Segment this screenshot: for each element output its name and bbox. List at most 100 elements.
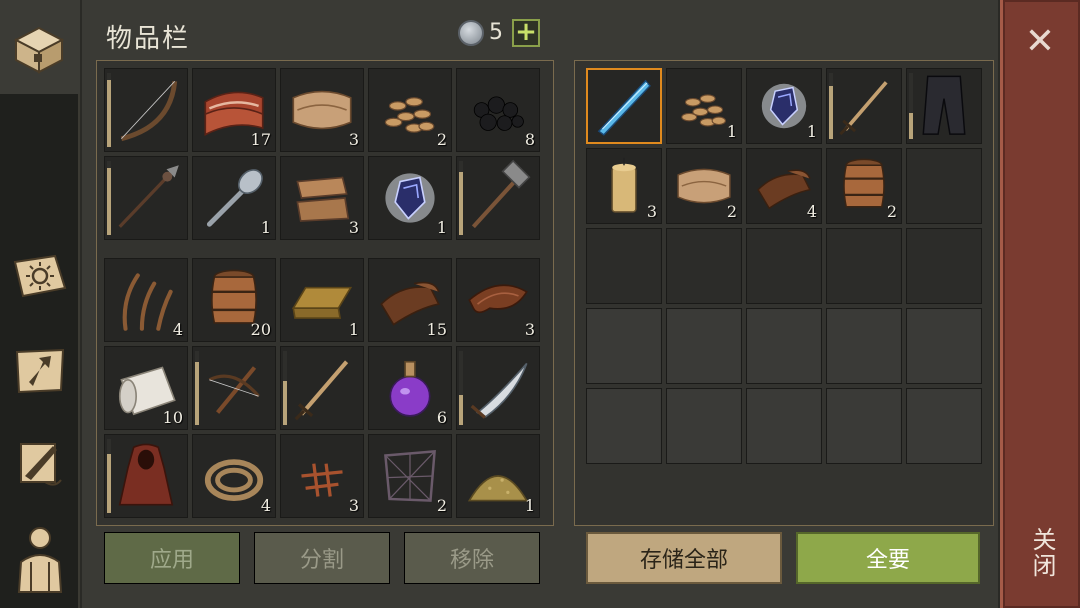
storage-slot[interactable]: 4 [746, 148, 822, 224]
storage-slot[interactable]: 1 [746, 68, 822, 144]
apply-button[interactable]: 应用 [104, 532, 240, 584]
item-count: 15 [426, 320, 447, 339]
bag-slot[interactable] [192, 346, 276, 430]
item-count: 8 [524, 130, 535, 149]
equipped-slot[interactable]: 3 [280, 156, 364, 240]
scimitar-icon [470, 362, 528, 419]
item-count: 2 [436, 130, 447, 149]
equipped-slot[interactable] [104, 156, 188, 240]
storage-slot[interactable] [586, 228, 662, 304]
add-currency-button[interactable]: + [512, 19, 540, 47]
durability-bar [107, 161, 111, 235]
tab-character[interactable] [0, 520, 80, 600]
bag-slot[interactable]: 15 [368, 258, 452, 342]
equipped-slot[interactable]: 3 [280, 68, 364, 152]
item-count: 6 [436, 408, 447, 427]
item-count: 4 [806, 202, 817, 221]
durability-bar [829, 73, 833, 139]
storage-slot[interactable]: 1 [666, 68, 742, 144]
storage-slot[interactable] [746, 228, 822, 304]
durability-bar [107, 73, 111, 147]
storage-slot[interactable] [826, 68, 902, 144]
storage-slot[interactable] [906, 308, 982, 384]
close-strip[interactable] [1000, 0, 1080, 608]
storage-slot[interactable] [586, 308, 662, 384]
equipped-slot[interactable]: 17 [192, 68, 276, 152]
remove-button[interactable]: 移除 [404, 532, 540, 584]
equipped-slot[interactable] [456, 156, 540, 240]
take-all-button[interactable]: 全要 [796, 532, 980, 584]
sword-icon [839, 81, 888, 136]
storage-slot[interactable] [906, 228, 982, 304]
hammer-map-icon [9, 342, 71, 398]
tab-build[interactable] [0, 338, 80, 402]
storage-slot[interactable] [746, 388, 822, 464]
equipped-slot[interactable]: 1 [368, 156, 452, 240]
tab-quests[interactable] [0, 432, 80, 496]
equipped-slot[interactable]: 8 [456, 68, 540, 152]
storage-slot[interactable] [666, 228, 742, 304]
pants-icon [922, 75, 966, 135]
bag-slot[interactable]: 10 [104, 346, 188, 430]
durability-bar [107, 439, 111, 513]
bag-slot[interactable]: 20 [192, 258, 276, 342]
bag-slot[interactable]: 2 [368, 434, 452, 518]
split-button[interactable]: 分割 [254, 532, 390, 584]
bag-slot[interactable] [280, 346, 364, 430]
bag-slot[interactable]: 3 [280, 434, 364, 518]
bag-slot[interactable]: 6 [368, 346, 452, 430]
item-count: 2 [726, 202, 737, 221]
storage-grid: 1 1 3 2 4 2 [586, 68, 982, 464]
storage-slot[interactable]: 2 [666, 148, 742, 224]
crossbow-icon [208, 366, 260, 414]
bag-slot[interactable]: 1 [280, 258, 364, 342]
storage-slot[interactable] [826, 308, 902, 384]
item-count: 3 [348, 130, 359, 149]
storage-slot[interactable] [906, 68, 982, 144]
storage-slot[interactable] [826, 228, 902, 304]
storage-slot[interactable] [906, 388, 982, 464]
tab-daily[interactable] [0, 244, 80, 308]
item-count: 4 [260, 496, 271, 515]
bow-icon [120, 81, 178, 142]
durability-bar [459, 161, 463, 235]
close-label[interactable]: 关闭 [1020, 518, 1060, 588]
scroll-quill-icon [9, 436, 71, 492]
storage-slot[interactable] [666, 308, 742, 384]
item-count: 1 [436, 218, 447, 237]
bag-slot[interactable]: 4 [192, 434, 276, 518]
equipped-slot[interactable] [104, 68, 188, 152]
bag-slot[interactable]: 1 [456, 434, 540, 518]
item-count: 2 [436, 496, 447, 515]
hammer-icon [471, 159, 531, 229]
item-count: 3 [348, 218, 359, 237]
storage-slot[interactable]: 3 [586, 148, 662, 224]
storage-slot[interactable] [586, 388, 662, 464]
storage-slot[interactable] [826, 388, 902, 464]
storage-slot[interactable] [906, 148, 982, 224]
sword-icon [294, 360, 349, 421]
sidebar [0, 0, 80, 608]
tab-inventory[interactable] [0, 0, 80, 94]
storage-slot[interactable] [666, 388, 742, 464]
equipped-grid: 17 3 2 8 1 3 1 [104, 68, 540, 240]
item-count: 1 [348, 320, 359, 339]
sun-book-icon [9, 248, 71, 304]
close-icon[interactable]: ✕ [1020, 22, 1060, 62]
storage-slot[interactable] [586, 68, 662, 144]
durability-bar [459, 351, 463, 425]
bag-slot[interactable] [456, 346, 540, 430]
bag-slot[interactable] [104, 434, 188, 518]
item-count: 3 [524, 320, 535, 339]
store-all-button[interactable]: 存储全部 [586, 532, 782, 584]
equipped-slot[interactable]: 1 [192, 156, 276, 240]
bag-slot[interactable]: 3 [456, 258, 540, 342]
storage-slot[interactable] [746, 308, 822, 384]
item-count: 17 [250, 130, 271, 149]
equipped-slot[interactable]: 2 [368, 68, 452, 152]
storage-slot[interactable]: 2 [826, 148, 902, 224]
item-count: 2 [886, 202, 897, 221]
bag-slot[interactable]: 4 [104, 258, 188, 342]
currency-count: 5 [489, 20, 503, 45]
cloak-icon [118, 443, 174, 506]
